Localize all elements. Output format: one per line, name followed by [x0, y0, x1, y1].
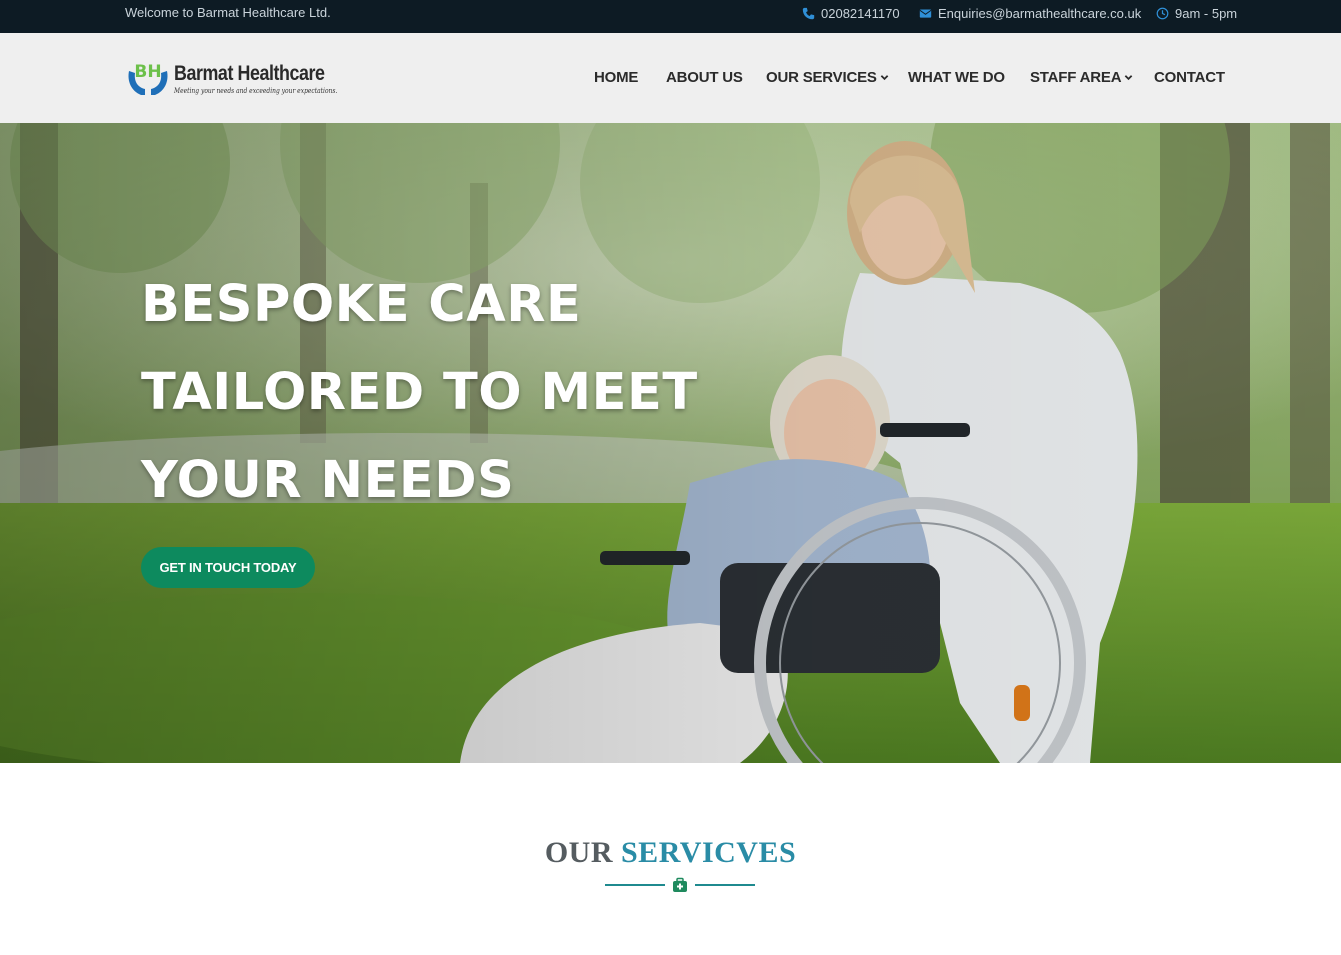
hours-text: 9am - 5pm: [1175, 6, 1238, 21]
phone-number[interactable]: 02082141170: [821, 6, 900, 21]
nav-about-us[interactable]: ABOUT US: [666, 69, 743, 86]
hero-banner: BESPOKE CARE TAILORED TO MEET YOUR NEEDS…: [0, 123, 1341, 763]
site-logo[interactable]: BH Barmat Healthcare Meeting your needs …: [125, 55, 337, 101]
logo-name: Barmat Healthcare: [174, 61, 325, 85]
divider-line-left: [605, 884, 665, 886]
services-heading: OUR SERVICVES: [0, 836, 1341, 870]
hero-photo-caregiver-wheelchair: [0, 123, 1341, 763]
hero-heading-line-2: TAILORED TO MEET: [141, 363, 698, 422]
chevron-down-icon: [1125, 75, 1133, 81]
nav-home[interactable]: HOME: [594, 69, 638, 86]
top-info-bar: Welcome to Barmat Healthcare Ltd. 020821…: [0, 0, 1341, 33]
nav-what-we-do[interactable]: WHAT WE DO: [908, 69, 1005, 86]
email-address[interactable]: Enquiries@barmathealthcare.co.uk: [938, 6, 1141, 21]
divider-line-right: [695, 884, 755, 886]
nav-contact[interactable]: CONTACT: [1154, 69, 1225, 86]
opening-hours: 9am - 5pm: [1156, 6, 1237, 21]
logo-tagline: Meeting your needs and exceeding your ex…: [174, 86, 338, 95]
chevron-down-icon: [880, 75, 888, 81]
envelope-icon: [919, 9, 932, 18]
site-header: BH Barmat Healthcare Meeting your needs …: [0, 33, 1341, 123]
svg-text:BH: BH: [134, 62, 161, 82]
get-in-touch-button[interactable]: GET IN TOUCH TODAY: [141, 547, 315, 588]
hero-heading-line-1: BESPOKE CARE: [141, 275, 582, 334]
clock-icon: [1156, 7, 1169, 20]
services-heading-part-2: SERVICVES: [621, 836, 797, 869]
phone-icon: [802, 7, 815, 20]
welcome-text: Welcome to Barmat Healthcare Ltd.: [125, 5, 331, 20]
nav-our-services[interactable]: OUR SERVICES: [766, 69, 889, 86]
services-heading-part-1: OUR: [544, 836, 613, 869]
nav-staff-area[interactable]: STAFF AREA: [1030, 69, 1133, 86]
phone-contact[interactable]: 02082141170: [802, 6, 900, 21]
email-contact[interactable]: Enquiries@barmathealthcare.co.uk: [919, 6, 1141, 21]
logo-hands-icon: BH: [125, 55, 171, 101]
hero-heading-line-3: YOUR NEEDS: [141, 451, 515, 510]
medical-kit-icon: [673, 877, 687, 892]
section-divider: [605, 877, 755, 893]
